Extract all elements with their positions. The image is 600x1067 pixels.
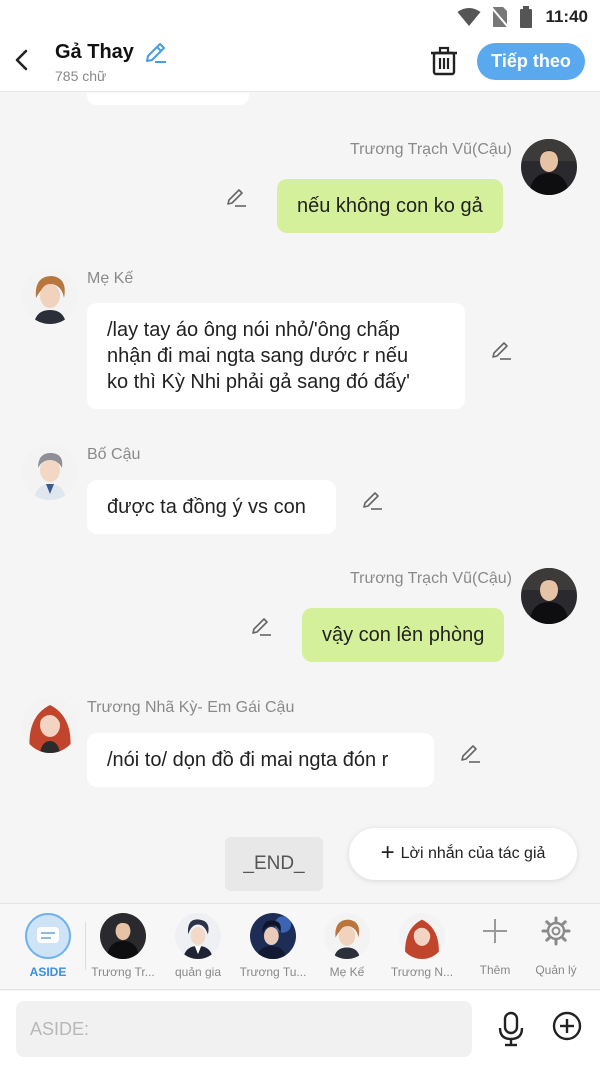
divider [85,922,86,970]
message-input[interactable] [16,1001,472,1057]
plus-icon [483,919,507,943]
clock: 11:40 [545,7,588,26]
character-quan-gia[interactable]: quản gia [162,913,234,979]
character-truong-tu[interactable]: Trương Tu... [237,913,309,979]
no-sim-icon [491,7,510,28]
edit-message-icon[interactable] [459,742,481,764]
end-marker: _END_ [225,837,323,891]
status-bar: 11:40 [0,0,600,34]
avatar-bo-cau[interactable] [22,444,78,500]
avatar [399,913,445,959]
chat-area[interactable]: Trương Trạch Vũ(Cậu) nếu không con ko gả… [0,93,600,903]
message-line: /lay tay áo ông nói nhỏ/'ông chấp [107,319,400,341]
character-truong-n[interactable]: Trương N... [386,913,458,979]
trash-icon[interactable] [430,46,458,76]
avatar-truong-nha-ky[interactable] [22,697,78,753]
avatar [324,913,370,959]
character-label: Trương Tu... [239,965,307,979]
input-bar [0,991,600,1067]
message-author: Bố Cậu [87,446,141,463]
previous-message-bubble[interactable] [87,93,249,105]
character-label: ASIDE [29,965,67,979]
gear-icon [541,916,571,946]
character-label: Trương N... [390,965,454,979]
message-bubble[interactable]: /nói to/ dọn đồ đi mai ngta đón r [87,733,434,787]
message-author: Mẹ Kế [87,270,134,287]
message-author: Trương Trạch Vũ(Cậu) [350,141,512,158]
message-bubble[interactable]: nếu không con ko gả [277,179,503,233]
author-note-label: Lời nhắn của tác giả [400,845,546,862]
plus-icon: + [380,839,395,866]
avatar [100,913,146,959]
message-bubble[interactable]: /lay tay áo ông nói nhỏ/'ông chấp nhận đ… [87,303,465,409]
avatar-me-ke[interactable] [22,268,78,324]
edit-message-icon[interactable] [250,615,272,637]
edit-message-icon[interactable] [490,339,512,361]
character-bar: ASIDE Trương Tr... quản gia Trương Tu...… [0,903,600,990]
avatar-truong-trach-vu[interactable] [521,139,577,195]
message-line: nhận đi mai ngta sang dước r nếu [107,345,409,367]
aside-icon [25,913,71,959]
edit-message-icon[interactable] [361,489,383,511]
add-plus-circle-icon[interactable] [552,1011,582,1041]
message-author: Trương Nhã Kỳ- Em Gái Cậu [87,699,295,716]
avatar-truong-trach-vu[interactable] [521,568,577,624]
character-label: Quản lý [535,963,577,977]
character-me-ke[interactable]: Mẹ Kế [311,913,383,979]
back-arrow-icon[interactable] [10,46,34,74]
message-text: nếu không con ko gả [297,195,483,217]
character-label: Mẹ Kế [329,965,365,979]
word-count: 785 chữ [55,68,107,84]
avatar [250,913,296,959]
page-title[interactable]: Gả Thay [55,41,134,64]
edit-message-icon[interactable] [225,186,247,208]
character-label: Trương Tr... [91,965,155,979]
avatar [175,913,221,959]
message-author: Trương Trạch Vũ(Cậu) [350,570,512,587]
wifi-icon [457,8,481,26]
header: Gả Thay 785 chữ Tiếp theo [0,34,600,92]
message-bubble[interactable]: vậy con lên phòng [302,608,505,662]
character-label: quản gia [174,965,222,979]
battery-icon [520,6,533,28]
title-block: Gả Thay 785 chữ [55,40,168,84]
next-button[interactable]: Tiếp theo [477,43,585,80]
message-line: ko thì Kỳ Nhi phải gả sang đó đấy' [107,371,410,393]
message-text: được ta đồng ý vs con [107,496,306,518]
edit-title-icon[interactable] [144,40,168,64]
microphone-icon[interactable] [496,1011,526,1047]
message-text: vậy con lên phòng [322,624,485,646]
message-text: /nói to/ dọn đồ đi mai ngta đón r [107,749,389,771]
message-bubble[interactable]: được ta đồng ý vs con [87,480,336,534]
character-aside[interactable]: ASIDE [12,913,84,979]
manage-button[interactable]: Quản lý [520,916,592,977]
author-note-button[interactable]: + Lời nhắn của tác giả [349,828,577,880]
character-truong-tr[interactable]: Trương Tr... [87,913,159,979]
